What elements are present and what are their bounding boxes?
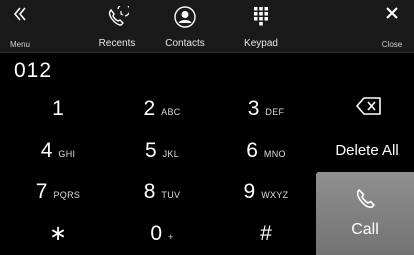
recents-tab[interactable]: Recents <box>82 0 152 52</box>
menu-label: Menu <box>9 40 30 49</box>
keypad-label: Keypad <box>244 38 278 49</box>
delete-all-button[interactable]: Delete All <box>320 130 414 170</box>
key-digit: 9 <box>243 179 256 203</box>
key-digit: 2 <box>143 96 156 120</box>
key-letters: JKL <box>162 148 180 159</box>
key-9[interactable]: 9 WXYZ <box>218 171 314 212</box>
phone-handset-icon <box>354 188 376 215</box>
key-digit: 6 <box>246 138 258 162</box>
key-letters: GHI <box>58 148 76 159</box>
key-digit: 4 <box>40 138 53 162</box>
contacts-label: Contacts <box>165 38 205 49</box>
menu-button[interactable]: Menu <box>0 0 40 52</box>
key-0[interactable]: 0 + <box>114 213 210 254</box>
key-letters: MNO <box>263 148 286 159</box>
key-1[interactable]: 1 <box>10 88 106 129</box>
key-letters: TUV <box>161 189 181 200</box>
key-digit: 5 <box>144 138 157 162</box>
contact-person-icon <box>174 6 196 33</box>
keypad-tab[interactable]: Keypad <box>226 0 296 52</box>
key-3[interactable]: 3 DEF <box>218 88 314 129</box>
key-5[interactable]: 5 JKL <box>114 130 210 171</box>
contacts-tab[interactable]: Contacts <box>150 0 220 52</box>
key-letters: WXYZ <box>261 189 289 200</box>
key-letters: DEF <box>265 106 285 117</box>
backspace-icon <box>356 96 382 120</box>
key-digit: ∗ <box>49 222 67 245</box>
key-digit: 8 <box>143 179 156 203</box>
key-letters: + <box>168 231 174 242</box>
phone-recents-icon <box>105 3 131 33</box>
key-6[interactable]: 6 MNO <box>218 130 314 171</box>
close-label: Close <box>381 40 403 49</box>
close-icon <box>385 6 399 25</box>
close-button[interactable]: Close <box>370 0 414 52</box>
key-letters: ABC <box>161 106 181 117</box>
key-digit: 7 <box>35 179 48 203</box>
key-hash[interactable]: # <box>218 213 314 254</box>
key-8[interactable]: 8 TUV <box>114 171 210 212</box>
key-4[interactable]: 4 GHI <box>10 130 106 171</box>
dialed-number-display: 012 <box>14 59 53 82</box>
key-star[interactable]: ∗ <box>10 213 106 254</box>
key-2[interactable]: 2 ABC <box>114 88 210 129</box>
key-letters: PQRS <box>53 189 81 200</box>
key-digit: 1 <box>52 96 64 120</box>
key-digit: # <box>260 221 272 245</box>
key-7[interactable]: 7 PQRS <box>10 171 106 212</box>
top-navigation-bar: Menu Recents Contacts Keypad Close <box>0 0 414 53</box>
backspace-button[interactable] <box>326 88 412 128</box>
key-digit: 3 <box>247 96 260 120</box>
call-label: Call <box>351 221 379 238</box>
call-button[interactable]: Call <box>316 172 414 255</box>
double-chevron-left-icon <box>13 6 27 27</box>
key-digit: 0 <box>150 221 163 245</box>
keypad-grid-icon <box>253 6 269 31</box>
dial-keypad: 1 2 ABC 3 DEF 4 GHI 5 JKL 6 MNO 7 PQRS 8… <box>0 88 316 255</box>
recents-label: Recents <box>98 38 136 49</box>
